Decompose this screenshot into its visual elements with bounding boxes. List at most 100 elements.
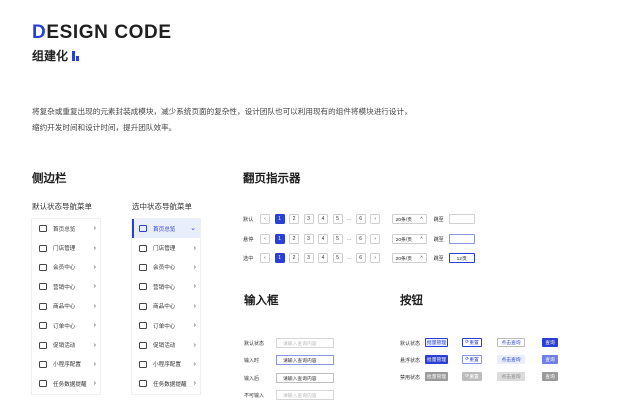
sidebar-item-label: 商品中心	[53, 304, 76, 311]
sidebar-item[interactable]: 订单中心 ›	[132, 316, 200, 335]
page-button[interactable]: 5	[332, 234, 343, 244]
page-button[interactable]: 4	[318, 253, 328, 263]
jump-label: 跳至	[433, 236, 444, 243]
page-button[interactable]: 5	[332, 253, 343, 263]
page-button[interactable]: 1	[274, 214, 285, 224]
chevron-right-icon: ›	[193, 322, 196, 330]
sidebar-item[interactable]: 门店管理 ›	[132, 238, 200, 257]
page-button[interactable]: 4	[318, 214, 328, 224]
sidebar-item[interactable]: 任务数据提醒 ›	[132, 374, 200, 393]
reset-button[interactable]: ⟳ 重置	[462, 338, 482, 347]
sidebar-item-label: 订单中心	[153, 323, 176, 330]
page-button[interactable]: 1	[274, 253, 285, 263]
button-label: 点击查询	[501, 341, 521, 346]
page-size-select[interactable]: 20条/页 ^	[391, 214, 427, 224]
description: 将复杂或重复出现的元素封装成模块，减少系统页面的复杂性，设计团队也可以利用现有的…	[32, 107, 412, 132]
sidebar-item[interactable]: 订单中心 ›	[32, 316, 100, 335]
sidebar-item[interactable]: 促销活动 ›	[132, 335, 200, 354]
page-button[interactable]: 2	[289, 234, 299, 244]
page-button[interactable]: 4	[318, 234, 328, 244]
sidebar-item[interactable]: 任务数据提醒 ›	[32, 374, 100, 393]
sidebar-item[interactable]: 小程序配置 ›	[32, 355, 100, 374]
tasks-icon	[39, 380, 47, 388]
chevron-up-icon: ^	[420, 255, 423, 261]
sidebar-item[interactable]: 首页总览 ›	[32, 219, 100, 238]
default-nav-label: 默认状态导航菜单	[32, 202, 92, 211]
reset-button[interactable]: ⟳ 重置	[462, 355, 482, 364]
jump-label: 跳至	[433, 255, 444, 262]
sidebar-item-label: 营销中心	[53, 284, 76, 291]
sidebar-item[interactable]: 门店管理 ›	[32, 238, 100, 257]
prev-page-button[interactable]: ‹	[260, 214, 270, 224]
button-heading: 按钮	[400, 295, 423, 307]
sidebar-item[interactable]: 小程序配置 ›	[132, 355, 200, 374]
jump-page-input[interactable]	[448, 234, 475, 244]
query-button[interactable]: 查询	[542, 338, 558, 347]
page-button[interactable]: 6	[355, 253, 366, 263]
query-input[interactable]: 请输入查询内容	[276, 338, 334, 348]
query-input[interactable]: 请输入查询内容	[276, 355, 334, 365]
pagination-state-label: 选中	[243, 255, 254, 262]
sidebar-item-label: 会员中心	[153, 265, 176, 272]
jump-page-input[interactable]	[448, 214, 475, 224]
chevron-up-icon: ^	[420, 216, 423, 222]
sidebar-item[interactable]: 商品中心 ›	[32, 297, 100, 316]
page-button[interactable]: 3	[303, 214, 314, 224]
button-state-label: 禁用状态	[400, 374, 421, 381]
input-state-label: 默认状态	[244, 340, 265, 347]
button-row: 默认状态 批量管理 ⟳ 重置 点击查询 查询	[400, 338, 560, 348]
page-button[interactable]: 2	[289, 253, 299, 263]
query-button[interactable]: 查询	[542, 355, 558, 364]
query-button: 查询	[542, 372, 558, 381]
sidebar-item-label: 订单中心	[53, 323, 76, 330]
input-row: 默认状态 请输入查询内容	[244, 338, 334, 348]
sidebar-item-label: 门店管理	[153, 246, 176, 253]
next-page-button[interactable]: ›	[370, 214, 381, 224]
heart-icon	[39, 263, 47, 271]
page-button[interactable]: 6	[355, 234, 366, 244]
box-icon	[39, 302, 47, 310]
next-page-button[interactable]: ›	[370, 253, 381, 263]
page-button[interactable]: 2	[289, 214, 299, 224]
page-button[interactable]: 5	[332, 214, 343, 224]
page-size-select[interactable]: 20条/页 ^	[391, 234, 427, 244]
prev-page-button[interactable]: ‹	[260, 234, 270, 244]
chevron-right-icon: ›	[93, 283, 96, 291]
button-label: 查询	[545, 341, 555, 346]
jump-page-input[interactable]: 12页	[448, 253, 475, 263]
sidebar-item[interactable]: 营销中心 ›	[32, 277, 100, 296]
bar-chart-icon	[39, 283, 47, 291]
sidebar-item[interactable]: 会员中心 ›	[32, 258, 100, 277]
sidebar-item-label: 商品中心	[153, 304, 176, 311]
click-query-button[interactable]: 点击查询	[497, 355, 525, 364]
chevron-right-icon: ›	[93, 360, 96, 368]
button-label: 点击查询	[501, 375, 521, 380]
tag-icon	[39, 341, 47, 349]
query-input: 请输入查询内容	[276, 390, 334, 400]
sidebar-item-label: 会员中心	[53, 265, 76, 272]
sidebar-item-label: 小程序配置	[153, 362, 181, 369]
page-button[interactable]: 6	[355, 214, 366, 224]
sidebar-item[interactable]: 商品中心 ›	[132, 297, 200, 316]
batch-manage-button[interactable]: 批量管理	[425, 355, 448, 364]
query-input[interactable]: 请输入查询内容	[276, 373, 334, 383]
pagination-row: 选中 ‹ 1 2 3 4 5... 6 › 20条/页 ^ 跳至 12页	[243, 252, 475, 264]
button-label: 点击查询	[501, 358, 521, 363]
bars-logo-icon	[72, 50, 80, 61]
page-size-select[interactable]: 20条/页 ^	[391, 253, 427, 263]
page-button[interactable]: 3	[303, 234, 314, 244]
next-page-button[interactable]: ›	[370, 234, 381, 244]
button-row: 禁用状态 批量管理 ⟳ 重置 点击查询 查询	[400, 372, 560, 382]
button-label: 重置	[469, 375, 479, 380]
sidebar-item[interactable]: 促销活动 ›	[32, 335, 100, 354]
input-state-label: 不可输入	[244, 392, 265, 399]
page-button[interactable]: 1	[274, 234, 285, 244]
sidebar-item[interactable]: 营销中心 ›	[132, 277, 200, 296]
page-button[interactable]: 3	[303, 253, 314, 263]
sidebar-item[interactable]: 首页总览 ⌄	[132, 219, 200, 239]
sidebar-item[interactable]: 会员中心 ›	[132, 258, 200, 277]
click-query-button[interactable]: 点击查询	[497, 338, 525, 347]
batch-manage-button[interactable]: 批量管理	[425, 338, 448, 347]
input-heading: 输入框	[244, 295, 279, 307]
prev-page-button[interactable]: ‹	[260, 253, 270, 263]
